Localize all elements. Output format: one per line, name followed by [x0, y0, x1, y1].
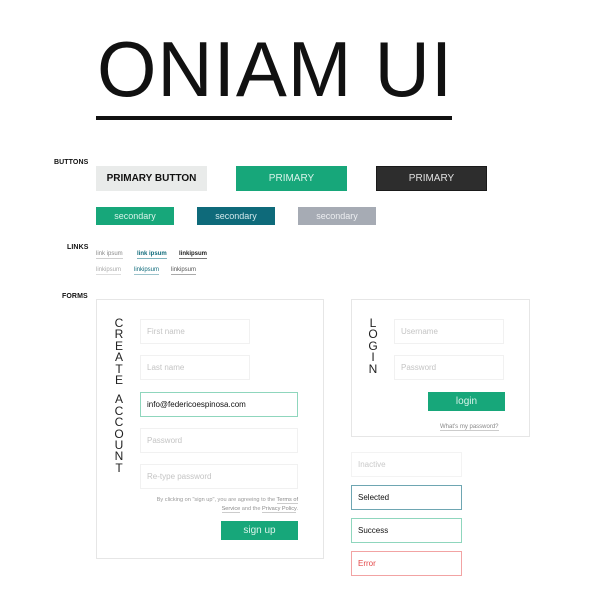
terms-text: and the — [241, 506, 261, 512]
link-dark[interactable]: linkipsum — [171, 267, 197, 275]
terms-text: By clicking on "sign up", you are agreei… — [156, 497, 276, 503]
primary-green-button[interactable]: PRIMARY — [236, 166, 347, 191]
input-state-selected[interactable]: Selected — [351, 485, 462, 510]
input-state-error[interactable]: Error — [351, 551, 462, 576]
login-password-input[interactable] — [394, 355, 504, 380]
sign-up-button[interactable]: sign up — [221, 521, 298, 540]
section-label-forms: FORMS — [62, 293, 88, 300]
terms-notice: By clicking on "sign up", you are agreei… — [150, 496, 298, 514]
secondary-grey-button[interactable]: secondary — [298, 207, 376, 225]
first-name-input[interactable] — [140, 319, 250, 344]
page-title: ONIAM UI — [97, 25, 454, 113]
link-dark-bold[interactable]: linkipsum — [179, 251, 208, 259]
last-name-input[interactable] — [140, 355, 250, 380]
secondary-teal-button[interactable]: secondary — [197, 207, 275, 225]
section-label-links: LINKS — [67, 244, 89, 251]
section-label-buttons: BUTTONS — [54, 159, 89, 166]
link-default[interactable]: link ipsum — [96, 251, 123, 259]
title-letter: T — [115, 460, 123, 475]
primary-light-button[interactable]: PRIMARY BUTTON — [96, 166, 207, 191]
retype-password-input[interactable] — [140, 464, 298, 489]
input-state-inactive[interactable]: Inactive — [351, 452, 462, 477]
input-state-success[interactable]: Success — [351, 518, 462, 543]
login-button[interactable]: login — [428, 392, 505, 411]
link-teal-bold[interactable]: link ipsum — [137, 251, 167, 259]
primary-dark-button[interactable]: PRIMARY — [376, 166, 487, 191]
username-input[interactable] — [394, 319, 504, 344]
link-teal[interactable]: linkipsum — [134, 267, 160, 275]
login-title: L O G I N — [367, 317, 379, 376]
title-underline — [96, 116, 452, 120]
privacy-policy-link[interactable]: Privacy Policy — [262, 506, 297, 513]
password-input[interactable] — [140, 428, 298, 453]
email-input[interactable] — [140, 392, 298, 417]
title-letter: N — [368, 361, 378, 376]
link-light[interactable]: linkipsum — [96, 267, 122, 275]
secondary-green-button[interactable]: secondary — [96, 207, 174, 225]
forgot-password-link[interactable]: What's my password? — [440, 424, 499, 431]
create-account-title: C R E A T E A C C O U N T — [113, 317, 125, 475]
terms-text: . — [296, 506, 298, 512]
title-letter: E — [114, 373, 123, 388]
